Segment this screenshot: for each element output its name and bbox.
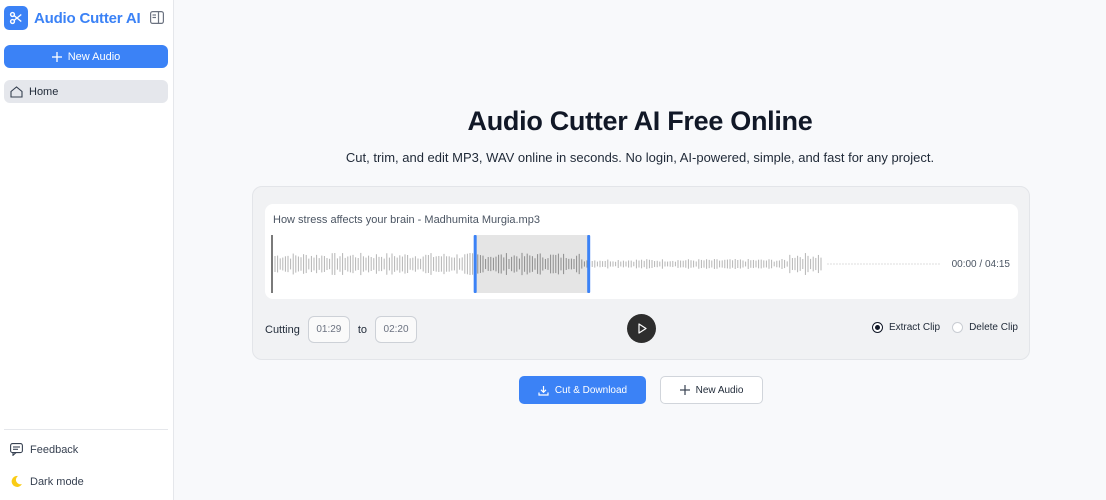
- waveform-tail-dot: [899, 263, 901, 265]
- moon-icon: [11, 475, 22, 487]
- waveform-tail-dot: [875, 263, 877, 265]
- waveform-tail-dot: [923, 263, 925, 265]
- waveform-tail-dot: [914, 263, 916, 265]
- sidebar-item-label: Home: [29, 85, 59, 98]
- sidebar-item-home[interactable]: Home: [4, 80, 168, 103]
- waveform-tail-dot: [827, 263, 829, 265]
- extract-clip-label[interactable]: Extract Clip: [889, 322, 940, 333]
- waveform-tail-dot: [929, 263, 931, 265]
- waveform-tail-dot: [938, 263, 940, 265]
- waveform-tail-dot: [905, 263, 907, 265]
- selection-start-handle[interactable]: [473, 235, 477, 293]
- waveform-tail-dot: [884, 263, 886, 265]
- new-audio-label: New Audio: [67, 50, 121, 63]
- waveform-tail-dot: [896, 263, 898, 265]
- cut-end-input[interactable]: 02:20: [375, 316, 418, 343]
- page-subtitle: Cut, trim, and edit MP3, WAV online in s…: [345, 150, 935, 165]
- waveform-tail-dot: [920, 263, 922, 265]
- waveform-tail-dot: [917, 263, 919, 265]
- home-icon: [10, 85, 23, 98]
- cutting-controls: Cutting 01:29 to 02:20: [265, 316, 418, 343]
- waveform-tail-dot: [842, 263, 844, 265]
- current-time: 00:00: [951, 259, 977, 270]
- play-button[interactable]: [627, 314, 656, 343]
- waveform-tail-dot: [872, 263, 874, 265]
- waveform-tail-dot: [833, 263, 835, 265]
- sidebar-collapse-icon[interactable]: [150, 11, 165, 25]
- selection-end-handle[interactable]: [587, 235, 591, 293]
- delete-clip-label[interactable]: Delete Clip: [969, 322, 1018, 333]
- app-name: Audio Cutter AI: [34, 9, 141, 27]
- waveform-tail-dot: [854, 263, 856, 265]
- sidebar: Audio Cutter AI New Audio Home Feedback …: [0, 0, 174, 500]
- waveform-tail-dot: [830, 263, 832, 265]
- new-audio-main-button[interactable]: New Audio: [660, 376, 763, 404]
- waveform-tail-dot: [863, 263, 865, 265]
- feedback-label: Feedback: [30, 443, 79, 456]
- feedback-link[interactable]: Feedback: [10, 443, 78, 456]
- dark-mode-toggle[interactable]: Dark mode: [10, 475, 84, 488]
- waveform-tail-dot: [908, 263, 910, 265]
- waveform-tail-dot: [911, 263, 913, 265]
- waveform-tail-dot: [869, 263, 871, 265]
- scissors-icon: [4, 6, 28, 30]
- waveform-tail-dot: [935, 263, 937, 265]
- waveform-tail-dot: [839, 263, 841, 265]
- to-label: to: [357, 323, 368, 336]
- waveform-tail-dot: [848, 263, 850, 265]
- waveform-tail-dot: [866, 263, 868, 265]
- time-readout: 00:00 / 04:15: [952, 259, 1010, 270]
- duration: 04:15: [984, 259, 1010, 270]
- plus-icon: [679, 385, 690, 395]
- waveform-tail-dot: [890, 263, 892, 265]
- waveform-tail-dot: [860, 263, 862, 265]
- waveform[interactable]: [265, 204, 1018, 299]
- waveform-card: How stress affects your brain - Madhumit…: [265, 204, 1018, 299]
- download-icon: [538, 385, 549, 396]
- waveform-tail-dot: [851, 263, 853, 265]
- page-title: Audio Cutter AI Free Online: [467, 106, 813, 136]
- waveform-tail-dot: [845, 263, 847, 265]
- time-separator: /: [979, 259, 983, 270]
- cutting-label: Cutting: [265, 323, 300, 336]
- waveform-tail-dot: [878, 263, 880, 265]
- waveform-tail-dot: [881, 263, 883, 265]
- waveform-tail-dot: [926, 263, 928, 265]
- cut-download-label: Cut & Download: [554, 384, 628, 396]
- waveform-tail-dot: [887, 263, 889, 265]
- new-audio-main-label: New Audio: [695, 384, 744, 396]
- feedback-icon: [10, 443, 23, 456]
- sidebar-divider: [4, 429, 168, 430]
- waveform-tail-dot: [902, 263, 904, 265]
- plus-icon: [51, 51, 62, 62]
- dark-mode-label: Dark mode: [30, 475, 84, 488]
- waveform-tail-dot: [857, 263, 859, 265]
- delete-clip-radio[interactable]: [952, 322, 964, 333]
- brand[interactable]: Audio Cutter AI: [4, 6, 141, 30]
- waveform-tail-dot: [836, 263, 838, 265]
- waveform-tail-dot: [932, 263, 934, 265]
- cut-download-button[interactable]: Cut & Download: [519, 376, 646, 404]
- clip-mode: Extract Clip Delete Clip: [871, 322, 1018, 333]
- extract-clip-radio[interactable]: [871, 322, 883, 333]
- play-icon: [637, 323, 647, 334]
- audio-editor: How stress affects your brain - Madhumit…: [252, 186, 1030, 360]
- waveform-tail-dot: [893, 263, 895, 265]
- cut-start-input[interactable]: 01:29: [307, 316, 350, 343]
- new-audio-button[interactable]: New Audio: [4, 45, 168, 68]
